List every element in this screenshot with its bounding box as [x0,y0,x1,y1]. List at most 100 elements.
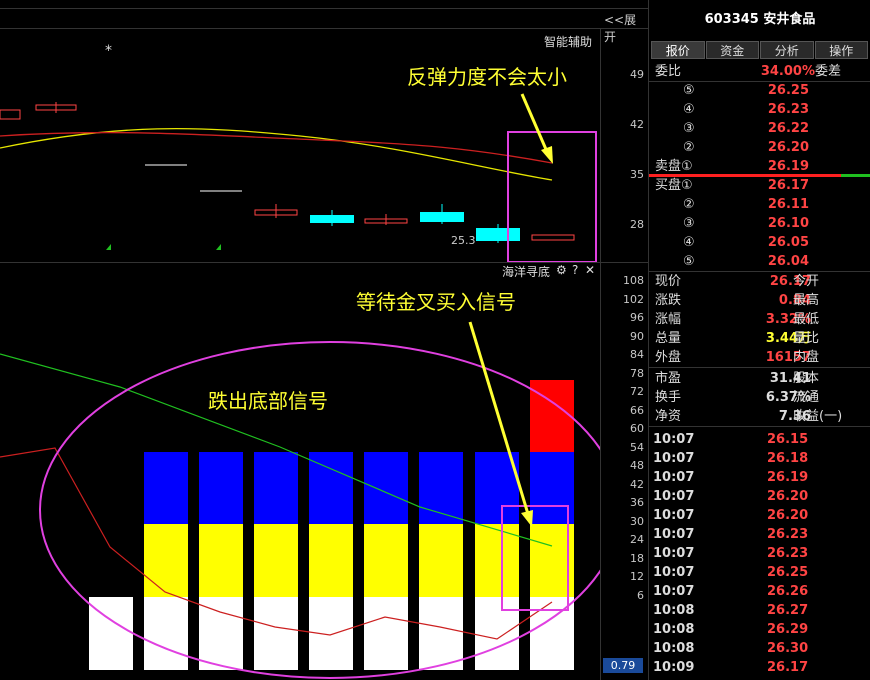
bar-yellow [419,524,463,597]
ask-row[interactable]: ③ 26.22 [649,119,870,138]
trade-row: 10:08 26.27 [649,601,870,620]
quote-label: 净资 [655,409,682,424]
ma-red-line [0,131,553,164]
trade-time: 10:08 [653,603,695,618]
bar-white [144,597,188,670]
stock-header: 603345 安井食品 [649,8,870,27]
lower-tick: 60 [630,422,644,435]
lower-tick: 66 [630,403,644,417]
trade-row: 10:07 26.18 [649,449,870,468]
ask-row[interactable]: ④ 26.23 [649,100,870,119]
trade-time: 10:09 [653,660,695,675]
bid-row[interactable]: ④ 26.05 [649,233,870,252]
bar-blue [199,452,243,524]
quote-label2: 最高 [793,293,820,308]
quote-label: 换手 [655,390,682,405]
bid-price: 26.17 [767,178,809,193]
trade-row: 10:07 26.20 [649,506,870,525]
star-marker: * [105,43,112,59]
trade-time: 10:07 [653,451,695,466]
trade-price: 26.27 [767,603,809,618]
quote-row: 总量 3.44万 量比 [649,329,870,348]
bid-price: 26.11 [767,197,809,212]
ask-level: ⑤ [683,83,695,98]
axis-divider [600,28,601,680]
lower-tick: 12 [630,570,644,583]
tab-quote[interactable]: 报价 [651,41,705,59]
chart-area[interactable]: <<展开 智能辅助 49 42 35 28 * 25.3 反弹力度不会太小 海洋… [0,0,648,680]
quote-label: 涨跌 [655,293,682,308]
trade-price: 26.15 [767,432,809,447]
trade-time: 10:07 [653,584,695,599]
trade-time: 10:08 [653,641,695,656]
quote-label2: 最低 [793,312,820,327]
trade-row: 10:07 26.26 [649,582,870,601]
trade-time: 10:07 [653,489,695,504]
bar-yellow [309,524,353,597]
lower-tick: 102 [623,292,644,306]
quote-row: 净资 7.36 收益(一) [649,407,870,426]
ask-price: 26.20 [767,140,809,155]
quote-label2: 流通 [793,390,820,405]
lower-tick: 72 [630,385,644,398]
bid-level: ⑤ [683,254,695,269]
annotation-rebound: 反弹力度不会太小 [407,65,567,89]
tab-operate[interactable]: 操作 [814,41,868,59]
lower-tick: 42 [630,477,644,491]
weicha-label: 委差 [815,64,842,79]
annotation-arrow [520,93,550,155]
current-value-badge: 0.79 [603,658,643,673]
quote-label2: 股本 [793,371,820,386]
quote-label: 现价 [655,274,682,289]
quote-label: 总量 [655,331,682,346]
bid-level: ② [683,197,695,212]
trade-time: 10:07 [653,527,695,542]
webi-row: 委比 34.00% 委差 [649,62,870,81]
bid-row[interactable]: ③ 26.10 [649,214,870,233]
trade-row: 10:09 26.17 [649,658,870,677]
trade-row: 10:07 26.23 [649,544,870,563]
divider [649,426,870,427]
trade-price: 26.17 [767,660,809,675]
bar-blue [254,452,298,524]
trade-time: 10:07 [653,508,695,523]
quote-row: 涨跌 0.84 最高 [649,291,870,310]
bid-level: ③ [683,216,695,231]
bid-level: 买盘① [655,178,693,193]
quote-tabs: 报价 资金 分析 操作 [651,41,869,59]
ask-row[interactable]: ② 26.20 [649,138,870,157]
lower-tick: 84 [630,348,644,361]
price-label: 25.3 [451,234,476,247]
bid-row[interactable]: ② 26.11 [649,195,870,214]
ask-row[interactable]: ⑤ 26.25 [649,81,870,100]
trade-row: 10:08 26.30 [649,639,870,658]
trade-price: 26.18 [767,451,809,466]
quote-label: 外盘 [655,350,682,365]
lower-tick: 90 [630,329,644,343]
webi-value: 34.00% [760,64,815,79]
quote-row: 外盘 16157 内盘 [649,348,870,367]
trade-price: 26.26 [767,584,809,599]
bid-price: 26.10 [767,216,809,231]
lower-tick: 108 [623,274,644,287]
trade-time: 10:08 [653,622,695,637]
ask-level: ③ [683,121,695,136]
trade-row: 10:07 26.19 [649,468,870,487]
quote-panel: 603345 安井食品 报价 资金 分析 操作 委比 34.00% 委差 ⑤ 26… [648,0,870,680]
lower-tick: 36 [630,496,644,509]
bar-white [475,597,519,670]
stock-name: 安井食品 [763,12,816,27]
bid-row[interactable]: 买盘① 26.17 [649,176,870,195]
trade-price: 26.30 [767,641,809,656]
lower-tick: 18 [630,551,644,565]
tab-funds[interactable]: 资金 [705,41,759,59]
upper-tick: 42 [630,118,644,131]
lower-indicator-chart[interactable] [0,262,600,680]
tab-analysis[interactable]: 分析 [760,41,814,59]
ask-level: ② [683,140,695,155]
trade-price: 26.23 [767,546,809,561]
bar-white [199,597,243,670]
trade-time: 10:07 [653,432,695,447]
bid-row[interactable]: ⑤ 26.04 [649,252,870,271]
bid-level: ④ [683,235,695,250]
